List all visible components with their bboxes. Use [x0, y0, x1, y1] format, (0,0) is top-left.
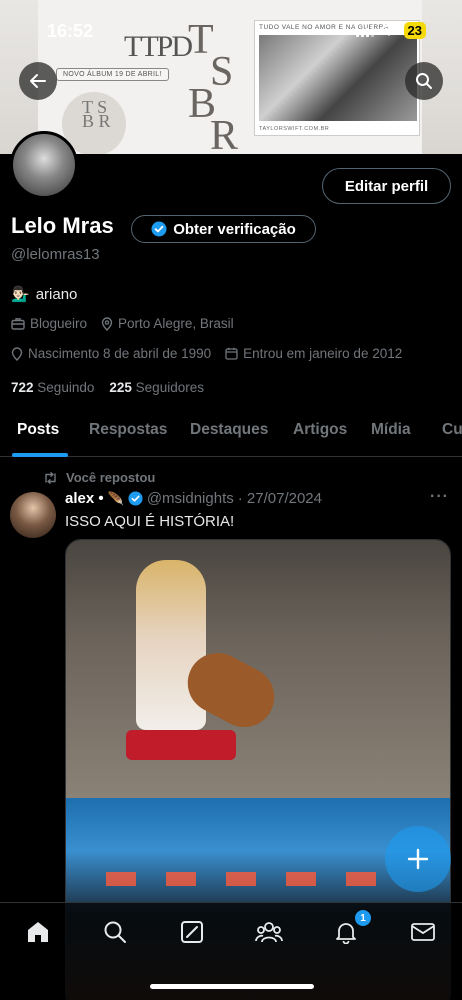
quill-emoji-icon: 🪶	[107, 490, 124, 506]
joined-text: Entrou em janeiro de 2012	[243, 346, 403, 361]
notification-badge: 1	[355, 910, 371, 926]
profile-name: Lelo Mras	[11, 213, 114, 238]
tab-posts[interactable]: Posts	[17, 421, 59, 439]
post-photo-1[interactable]	[66, 540, 450, 798]
briefcase-icon	[11, 318, 25, 330]
location-text: Porto Alegre, Brasil	[118, 316, 234, 331]
tab-highlights[interactable]: Destaques	[190, 421, 268, 439]
repost-label: Você repostou	[66, 470, 156, 485]
post-header: alex • 🪶 @msidnights · 27/07/2024	[65, 490, 322, 507]
tab-replies[interactable]: Respostas	[89, 421, 167, 439]
get-verified-label: Obter verificação	[173, 220, 296, 238]
battery-indicator: 23	[403, 22, 426, 39]
compose-post-button[interactable]	[385, 826, 451, 892]
mail-icon	[411, 923, 435, 941]
tab-likes-partial[interactable]: Cu	[442, 421, 462, 439]
edit-profile-button[interactable]: Editar perfil	[322, 168, 451, 204]
tab-media[interactable]: Mídia	[371, 421, 411, 439]
location-pin-icon	[101, 316, 113, 331]
verified-badge-icon	[151, 221, 167, 237]
nav-search[interactable]	[100, 917, 130, 947]
category-text: Blogueiro	[30, 316, 88, 331]
follow-stats: 722 Seguindo 225 Seguidores	[11, 380, 204, 395]
bell-icon	[336, 923, 356, 944]
grok-icon	[181, 921, 203, 943]
location-item: Porto Alegre, Brasil	[101, 316, 234, 331]
wifi-icon	[380, 24, 397, 36]
post-text: ISSO AQUI É HISTÓRIA!	[65, 513, 235, 530]
banner-photo	[259, 35, 417, 121]
signal-icon	[355, 24, 374, 37]
nav-communities[interactable]	[254, 917, 284, 947]
status-icons: 23	[355, 22, 426, 39]
profile-avatar[interactable]	[10, 131, 78, 199]
back-button[interactable]	[19, 62, 57, 100]
album-announcement: NOVO ÁLBUM 19 DE ABRIL!	[56, 68, 169, 81]
joined-item: Entrou em janeiro de 2012	[225, 346, 402, 361]
status-time: 16:52	[47, 21, 94, 41]
search-button[interactable]	[405, 62, 443, 100]
photo-performer	[136, 560, 206, 730]
following-link[interactable]: 722 Seguindo	[11, 380, 94, 395]
post-more-button[interactable]: ···	[430, 488, 449, 506]
calendar-icon	[225, 347, 238, 360]
plus-icon	[407, 848, 429, 870]
bio-text: ariano	[35, 285, 78, 303]
profile-tabs: Posts Respostas Destaques Artigos Mídia …	[0, 407, 462, 457]
arrow-left-icon	[30, 74, 46, 88]
repost-icon	[45, 471, 56, 484]
followers-link[interactable]: 225 Seguidores	[109, 380, 204, 395]
home-icon	[28, 922, 48, 942]
tab-articles[interactable]: Artigos	[293, 421, 347, 439]
tsbr-big-logo: TSBR	[188, 17, 239, 154]
post-author-name[interactable]: alex •	[65, 490, 104, 507]
photo-stage-lights	[106, 872, 406, 886]
birthday-pin-icon	[11, 346, 23, 361]
photo-url: TAYLORSWIFT.COM.BR	[259, 126, 330, 132]
profile-meta-row-1: Blogueiro Porto Alegre, Brasil	[11, 316, 234, 331]
category-item: Blogueiro	[11, 316, 87, 331]
album-logo: TTPD	[124, 30, 193, 63]
nav-messages[interactable]	[408, 917, 438, 947]
verified-badge-icon	[128, 491, 143, 506]
search-icon	[416, 73, 432, 89]
birth-item: Nascimento 8 de abril de 1990	[11, 346, 211, 361]
post-date[interactable]: · 27/07/2024	[238, 490, 322, 507]
home-indicator[interactable]	[150, 984, 314, 989]
person-emoji-icon: 💁🏻‍♂️	[11, 286, 30, 303]
birth-text: Nascimento 8 de abril de 1990	[28, 346, 212, 361]
tsbr-small-logo: T SB R	[82, 97, 111, 131]
get-verified-button[interactable]: Obter verificação	[131, 215, 316, 243]
search-icon	[104, 921, 126, 943]
communities-icon	[255, 922, 283, 943]
repost-indicator: Você repostou	[43, 470, 155, 485]
profile-handle: @lelomras13	[11, 246, 100, 263]
profile-meta-row-2: Nascimento 8 de abril de 1990 Entrou em …	[11, 346, 402, 361]
active-tab-indicator	[12, 453, 68, 457]
post-author-avatar[interactable]	[10, 492, 56, 538]
photo-chair	[126, 730, 236, 760]
nav-grok[interactable]	[177, 917, 207, 947]
post-author-handle[interactable]: @msidnights	[147, 490, 234, 507]
nav-home[interactable]	[23, 917, 53, 947]
profile-bio: 💁🏻‍♂️ ariano	[11, 285, 78, 304]
